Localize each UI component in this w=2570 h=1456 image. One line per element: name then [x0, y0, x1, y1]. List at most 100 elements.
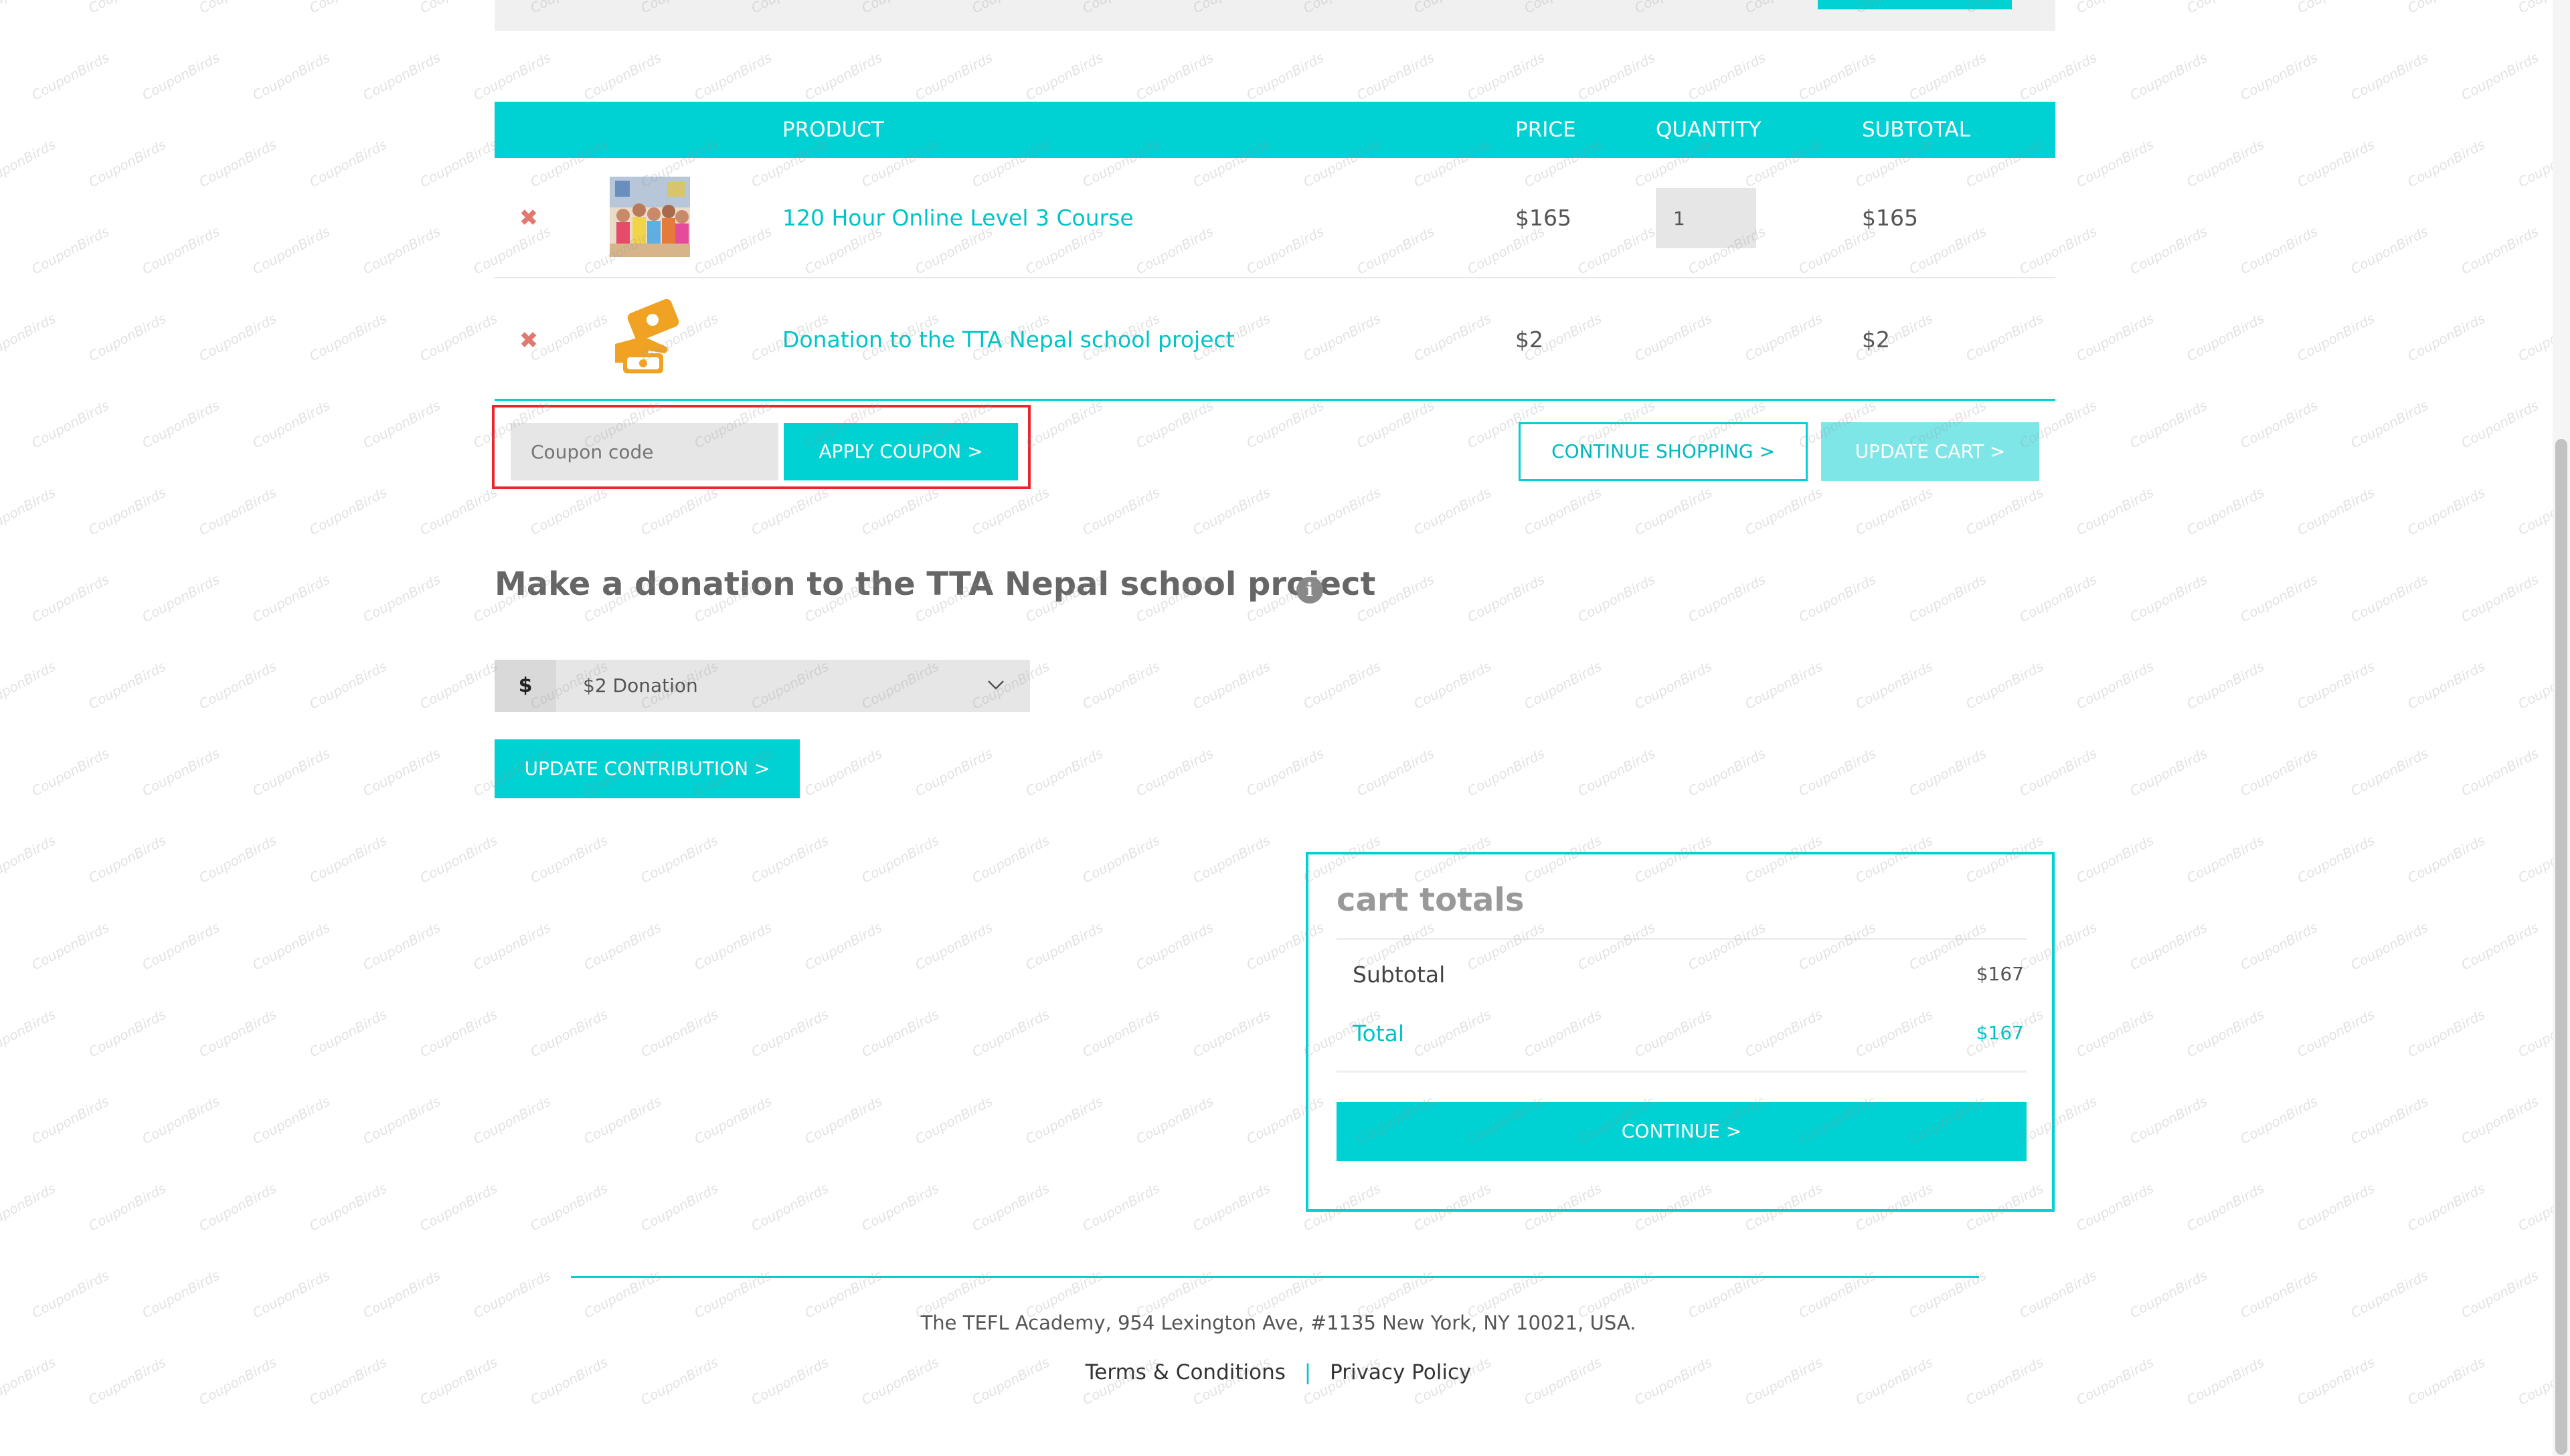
watermark-text: CouponBirds — [2237, 1093, 2320, 1148]
watermark-text: CouponBirds — [86, 310, 168, 365]
watermark-text: CouponBirds — [2515, 136, 2553, 191]
watermark-text: CouponBirds — [1411, 658, 1493, 713]
watermark-text: CouponBirds — [0, 0, 58, 16]
watermark-text: CouponBirds — [527, 1180, 610, 1235]
watermark-text: CouponBirds — [1190, 658, 1272, 713]
watermark-text: CouponBirds — [2458, 571, 2541, 626]
watermark-text: CouponBirds — [2515, 832, 2553, 887]
watermark-text: CouponBirds — [2073, 1006, 2156, 1061]
update-contribution-button[interactable]: UPDATE CONTRIBUTION > — [495, 739, 800, 798]
continue-shopping-button[interactable]: CONTINUE SHOPPING > — [1519, 422, 1808, 481]
watermark-text: CouponBirds — [29, 397, 111, 452]
watermark-text: CouponBirds — [859, 484, 941, 539]
cart-totals-title: cart totals — [1337, 881, 1525, 919]
watermark-text: CouponBirds — [1190, 1180, 1272, 1235]
continue-button[interactable]: CONTINUE > — [1337, 1102, 2027, 1161]
watermark-text: CouponBirds — [196, 1006, 278, 1061]
watermark-text: CouponBirds — [196, 658, 278, 713]
product-link[interactable]: 120 Hour Online Level 3 Course — [782, 205, 1134, 231]
watermark-text: CouponBirds — [1023, 1093, 1105, 1148]
quantity-input[interactable] — [1656, 188, 1756, 248]
watermark-text: CouponBirds — [1080, 1180, 1162, 1235]
watermark-text: CouponBirds — [691, 50, 774, 104]
donation-select-value: $2 Donation — [583, 674, 698, 697]
product-link[interactable]: Donation to the TTA Nepal school project — [782, 327, 1235, 353]
watermark-text: CouponBirds — [86, 136, 168, 191]
watermark-text: CouponBirds — [2405, 1180, 2487, 1235]
scrollbar-thumb[interactable] — [2555, 439, 2567, 1455]
coupon-input[interactable] — [511, 423, 778, 480]
watermark-text: CouponBirds — [417, 310, 499, 365]
footer-divider — [571, 1276, 1979, 1278]
watermark-text: CouponBirds — [307, 1006, 389, 1061]
watermark-text: CouponBirds — [307, 310, 389, 365]
watermark-text: CouponBirds — [2294, 484, 2377, 539]
product-thumbnail[interactable] — [610, 177, 690, 257]
watermark-text: CouponBirds — [2515, 0, 2553, 16]
watermark-text: CouponBirds — [139, 50, 222, 104]
update-cart-button[interactable]: UPDATE CART > — [1821, 422, 2039, 481]
watermark-text: CouponBirds — [2348, 1093, 2430, 1148]
watermark-text: CouponBirds — [139, 397, 222, 452]
watermark-text: CouponBirds — [86, 1180, 168, 1235]
privacy-link[interactable]: Privacy Policy — [1330, 1360, 1471, 1384]
watermark-text: CouponBirds — [196, 1180, 278, 1235]
total-label: Total — [1353, 1020, 1405, 1046]
chevron-down-icon — [988, 680, 1004, 690]
watermark-text: CouponBirds — [0, 832, 58, 887]
watermark-text: CouponBirds — [748, 1006, 831, 1061]
watermark-text: CouponBirds — [2405, 136, 2487, 191]
watermark-text: CouponBirds — [581, 1093, 663, 1148]
watermark-text: CouponBirds — [2348, 50, 2430, 104]
watermark-text: CouponBirds — [748, 484, 831, 539]
donation-select[interactable]: $2 Donation — [556, 660, 1030, 712]
watermark-text: CouponBirds — [1133, 919, 1215, 974]
info-icon[interactable]: i — [1296, 577, 1323, 604]
watermark-text: CouponBirds — [1244, 50, 1326, 104]
watermark-text: CouponBirds — [1133, 397, 1215, 452]
watermark-text: CouponBirds — [86, 832, 168, 887]
watermark-text: CouponBirds — [581, 919, 663, 974]
remove-item-icon[interactable]: ✖ — [519, 329, 539, 352]
watermark-text: CouponBirds — [638, 832, 720, 887]
watermark-text: CouponBirds — [1464, 571, 1547, 626]
watermark-text: CouponBirds — [2073, 658, 2156, 713]
watermark-text: CouponBirds — [912, 919, 995, 974]
watermark-text: CouponBirds — [1963, 658, 2045, 713]
watermark-text: CouponBirds — [2294, 136, 2377, 191]
product-subtotal: $2 — [1862, 327, 1890, 353]
watermark-text: CouponBirds — [250, 50, 332, 104]
watermark-text: CouponBirds — [1685, 571, 1768, 626]
watermark-text: CouponBirds — [1023, 745, 1105, 800]
remove-item-icon[interactable]: ✖ — [519, 207, 539, 230]
watermark-text: CouponBirds — [470, 50, 553, 104]
apply-coupon-button[interactable]: APPLY COUPON > — [784, 423, 1018, 480]
watermark-text: CouponBirds — [1796, 50, 1878, 104]
watermark-text: CouponBirds — [1853, 658, 1935, 713]
watermark-text: CouponBirds — [2515, 310, 2553, 365]
product-thumbnail[interactable] — [610, 297, 690, 377]
watermark-text: CouponBirds — [2458, 397, 2541, 452]
watermark-text: CouponBirds — [2348, 919, 2430, 974]
terms-link[interactable]: Terms & Conditions — [1086, 1360, 1286, 1384]
watermark-text: CouponBirds — [2127, 397, 2209, 452]
subtotal-value: $167 — [1976, 963, 2024, 985]
watermark-text: CouponBirds — [1685, 50, 1768, 104]
watermark-text: CouponBirds — [2017, 745, 2099, 800]
watermark-text: CouponBirds — [1354, 50, 1436, 104]
footer-links: Terms & Conditions | Privacy Policy — [0, 1360, 2557, 1384]
watermark-text: CouponBirds — [1300, 484, 1383, 539]
header-quantity: QUANTITY — [1656, 118, 1762, 142]
footer-separator: | — [1304, 1360, 1312, 1384]
watermark-text: CouponBirds — [29, 50, 111, 104]
watermark-text: CouponBirds — [0, 1006, 58, 1061]
watermark-text: CouponBirds — [2458, 1093, 2541, 1148]
watermark-text: CouponBirds — [86, 658, 168, 713]
top-button-partial[interactable] — [1818, 0, 2012, 9]
table-row: ✖ 120 Hour Online Level 3 Course $165 $1… — [495, 158, 2055, 278]
watermark-text: CouponBirds — [2458, 745, 2541, 800]
watermark-text: CouponBirds — [2458, 919, 2541, 974]
cart-table: PRODUCT PRICE QUANTITY SUBTOTAL ✖ 120 Ho… — [495, 102, 2055, 401]
watermark-text: CouponBirds — [2348, 745, 2430, 800]
watermark-text: CouponBirds — [1190, 484, 1272, 539]
